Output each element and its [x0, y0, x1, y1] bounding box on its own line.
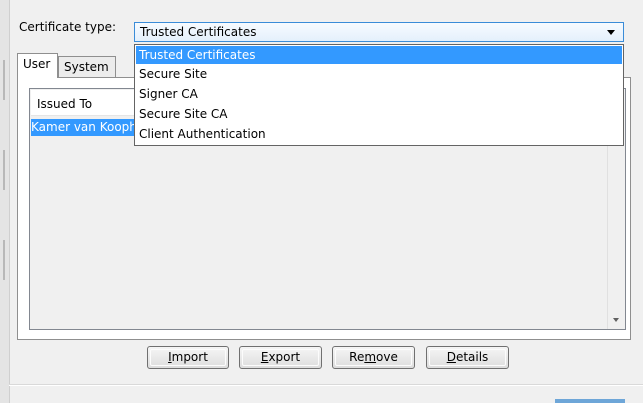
- option-client-authentication[interactable]: Client Authentication: [136, 125, 622, 143]
- tab-user[interactable]: User: [17, 53, 58, 78]
- column-header-label: Issued To: [37, 97, 93, 111]
- edge-grip: [3, 60, 5, 100]
- option-trusted-certificates[interactable]: Trusted Certificates: [136, 46, 622, 64]
- certificate-manager-window: Certificate type: Trusted Certificates T…: [0, 0, 643, 403]
- certificate-type-value: Trusted Certificates: [140, 25, 257, 39]
- partial-button-edge: [555, 399, 625, 403]
- divider-highlight: [9, 385, 643, 386]
- certificate-type-label: Certificate type:: [19, 20, 116, 34]
- details-button[interactable]: Details: [426, 346, 509, 369]
- certificate-type-combobox[interactable]: Trusted Certificates: [134, 22, 624, 42]
- export-label-post: xport: [268, 350, 301, 364]
- remove-button[interactable]: Remove: [332, 346, 415, 369]
- edge-grip: [3, 150, 5, 190]
- details-label-post: etails: [455, 350, 489, 364]
- edge-grip: [3, 240, 5, 280]
- tab-system[interactable]: System: [58, 56, 116, 78]
- option-secure-site-ca[interactable]: Secure Site CA: [136, 105, 622, 123]
- export-button[interactable]: Export: [239, 346, 322, 369]
- import-label-post: mport: [171, 350, 208, 364]
- chevron-down-icon[interactable]: [607, 30, 615, 35]
- remove-label-post: ove: [376, 350, 398, 364]
- left-window-edge: [0, 0, 10, 403]
- table-row[interactable]: Kamer van Koophandel: [31, 119, 136, 136]
- import-button[interactable]: Import: [147, 346, 229, 369]
- details-accesskey: D: [446, 350, 456, 364]
- option-signer-ca[interactable]: Signer CA: [136, 85, 622, 103]
- certificate-type-dropdown-list: Trusted Certificates Secure Site Signer …: [134, 44, 624, 146]
- remove-label-pre: Re: [349, 350, 365, 364]
- scroll-down-arrow-icon[interactable]: [613, 318, 619, 322]
- remove-accesskey: m: [364, 350, 377, 364]
- option-secure-site[interactable]: Secure Site: [136, 65, 622, 83]
